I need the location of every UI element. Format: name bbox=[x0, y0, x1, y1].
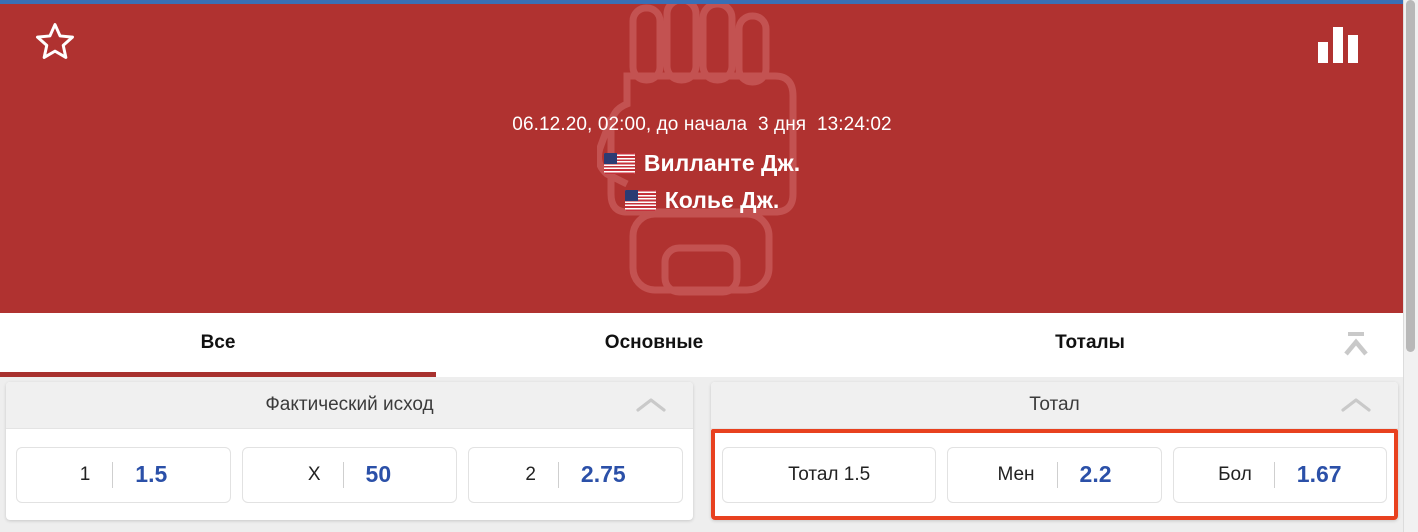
outcome-button-x[interactable]: X 50 bbox=[242, 446, 457, 503]
chevron-up-icon[interactable] bbox=[635, 396, 667, 414]
market-outcomes-highlighted: Тотал 1.5 Мен 2.2 Бол 1.67 bbox=[711, 429, 1398, 520]
page-scrollbar[interactable] bbox=[1403, 0, 1418, 532]
outcome-odds: 2.75 bbox=[580, 461, 626, 487]
outcome-odds: 2.2 bbox=[1079, 461, 1112, 487]
divider bbox=[557, 461, 559, 488]
us-flag-icon bbox=[603, 152, 635, 174]
outcome-button-2[interactable]: 2 2.75 bbox=[468, 446, 683, 503]
divider bbox=[342, 461, 344, 488]
favorite-star-icon[interactable] bbox=[33, 20, 77, 62]
market-header[interactable]: Тотал bbox=[711, 382, 1398, 429]
outcome-button-1[interactable]: 1 1.5 bbox=[16, 446, 231, 503]
tab-totals[interactable]: Тоталы bbox=[872, 313, 1308, 377]
tab-all-label: Все bbox=[200, 332, 236, 353]
outcome-label: Бол bbox=[1218, 463, 1252, 485]
divider bbox=[1056, 461, 1058, 488]
outcome-button-total-line[interactable]: Тотал 1.5 bbox=[722, 446, 937, 503]
outcome-label: Мен bbox=[997, 463, 1035, 485]
collapse-all-button[interactable] bbox=[1308, 313, 1404, 377]
bar-2 bbox=[1333, 27, 1343, 63]
tab-all[interactable]: Все bbox=[0, 313, 436, 377]
divider bbox=[112, 461, 114, 488]
team-row-home: Вилланте Дж. bbox=[603, 150, 801, 176]
outcome-label: X bbox=[307, 463, 321, 485]
tab-totals-label: Тоталы bbox=[1055, 332, 1125, 353]
bar-3 bbox=[1348, 35, 1358, 63]
outcome-label: Тотал 1.5 bbox=[788, 463, 871, 485]
tab-main-label: Основные bbox=[604, 332, 704, 353]
top-accent-strip bbox=[0, 0, 1404, 4]
event-summary: 06.12.20, 02:00, до начала 3 дня 13:24:0… bbox=[0, 4, 1404, 313]
market-title: Тотал bbox=[1029, 394, 1080, 415]
outcome-odds: 1.5 bbox=[135, 461, 168, 487]
event-header: 06.12.20, 02:00, до начала 3 дня 13:24:0… bbox=[0, 4, 1404, 313]
market-panel-actual-outcome: Фактический исход 1 1.5 X 50 2 2.75 bbox=[6, 382, 693, 520]
outcome-button-over[interactable]: Бол 1.67 bbox=[1172, 446, 1387, 503]
markets-container: Фактический исход 1 1.5 X 50 2 2.75 Тота… bbox=[0, 382, 1404, 532]
market-panel-total: Тотал Тотал 1.5 Мен 2.2 Бол 1.67 bbox=[711, 382, 1398, 520]
team-name-away: Колье Дж. bbox=[664, 187, 780, 213]
outcome-label: 2 bbox=[525, 463, 536, 485]
bar-1 bbox=[1318, 42, 1328, 63]
market-tabs: Все Основные Тоталы bbox=[0, 313, 1404, 377]
us-flag-icon bbox=[624, 189, 656, 211]
market-title: Фактический исход bbox=[265, 394, 434, 415]
market-outcomes: 1 1.5 X 50 2 2.75 bbox=[6, 429, 693, 520]
outcome-odds: 50 bbox=[365, 461, 392, 487]
scrollbar-thumb[interactable] bbox=[1406, 0, 1415, 352]
divider bbox=[1273, 461, 1275, 488]
chevron-up-icon[interactable] bbox=[1340, 396, 1372, 414]
outcome-label: 1 bbox=[79, 463, 91, 485]
event-start-time: 06.12.20, 02:00, до начала 3 дня 13:24:0… bbox=[512, 114, 892, 135]
team-name-home: Вилланте Дж. bbox=[643, 150, 801, 176]
outcome-button-under[interactable]: Мен 2.2 bbox=[947, 446, 1162, 503]
event-page: 06.12.20, 02:00, до начала 3 дня 13:24:0… bbox=[0, 0, 1418, 532]
outcome-odds: 1.67 bbox=[1296, 461, 1342, 487]
statistics-bar-chart-icon[interactable] bbox=[1318, 19, 1362, 63]
market-header[interactable]: Фактический исход bbox=[6, 382, 693, 429]
team-row-away: Колье Дж. bbox=[624, 187, 780, 213]
collapse-all-icon bbox=[1344, 332, 1368, 356]
tab-main[interactable]: Основные bbox=[436, 313, 872, 377]
